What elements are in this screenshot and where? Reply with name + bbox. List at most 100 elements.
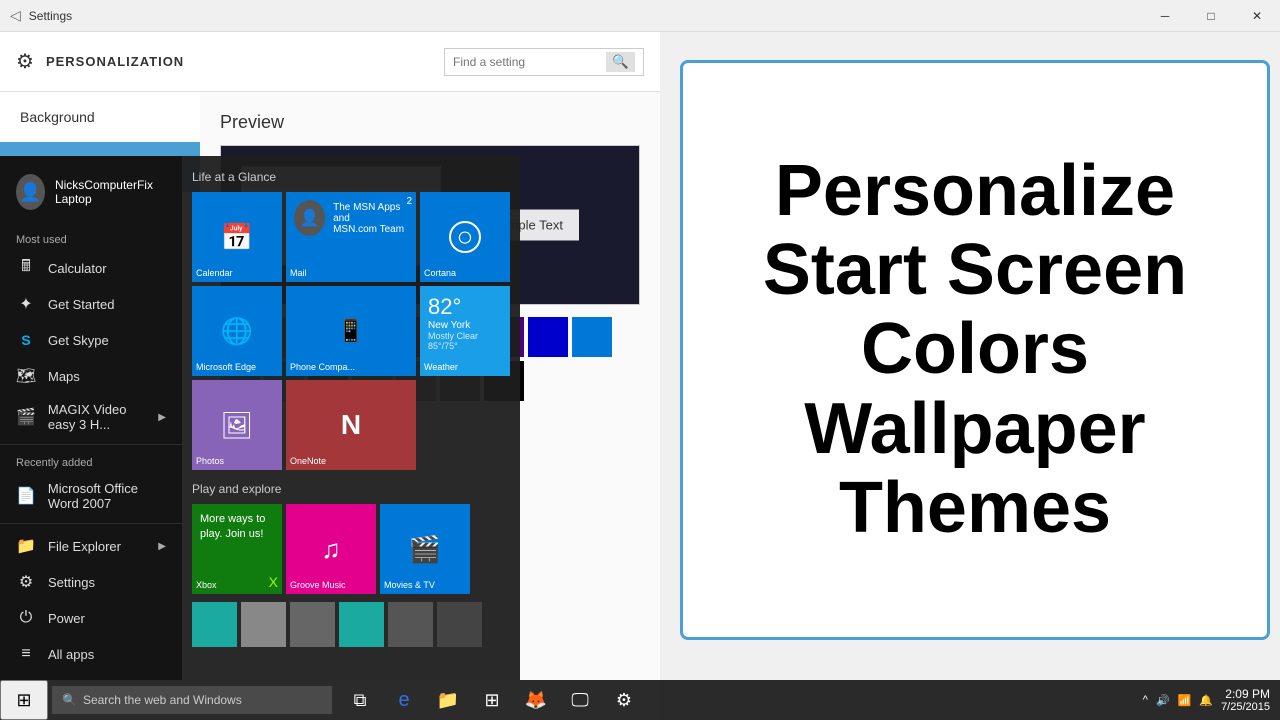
- file-explorer-arrow-icon: ▶: [158, 541, 166, 552]
- store-taskbar-button[interactable]: ⊞: [472, 680, 512, 720]
- swatch-teal[interactable]: [192, 602, 237, 647]
- maps-icon: 🗺: [16, 366, 36, 386]
- menu-item-get-skype[interactable]: S Get Skype: [0, 322, 182, 358]
- calendar-tile-icon: 📅: [221, 222, 253, 253]
- mail-avatar: 👤: [294, 200, 325, 236]
- tile-onenote[interactable]: N OneNote: [286, 380, 416, 470]
- weather-hilo: 85°/75°: [428, 341, 458, 351]
- onenote-tile-name: OneNote: [290, 456, 326, 466]
- tile-weather[interactable]: 82° New York Mostly Clear 85°/75° Weathe…: [420, 286, 510, 376]
- recently-added-label: Recently added: [0, 449, 182, 473]
- settings-icon: ⚙: [16, 572, 36, 592]
- edge-taskbar-button[interactable]: e: [384, 680, 424, 720]
- swatch-darkgray[interactable]: [290, 602, 335, 647]
- cortana-tile-icon: ○: [449, 221, 481, 253]
- arrow-icon: ▶: [158, 412, 166, 423]
- promo-box: Personalize Start Screen Colors Wallpape…: [680, 60, 1270, 640]
- xbox-tile-text: More ways to play. Join us!: [200, 512, 274, 543]
- mail-sender2: MSN.com Team: [333, 224, 408, 235]
- life-tiles-grid: 📅 Calendar 👤 The MSN Apps and MSN.com Te…: [192, 192, 510, 470]
- tile-xbox[interactable]: More ways to play. Join us! X Xbox: [192, 504, 282, 594]
- taskbar-search-input[interactable]: [83, 693, 322, 707]
- movies-tile-name: Movies & TV: [384, 580, 435, 590]
- swatch-darkgray2[interactable]: [437, 602, 482, 647]
- tile-groove[interactable]: ♫ Groove Music: [286, 504, 376, 594]
- notification-icon[interactable]: 🔔: [1199, 694, 1213, 707]
- bottom-swatches: [192, 602, 510, 647]
- word-icon: 📄: [16, 486, 36, 506]
- play-tiles-grid: More ways to play. Join us! X Xbox ♫ Gro…: [192, 504, 510, 594]
- taskbar-icons-group: ⧉ e 📁 ⊞ 🦊 🖵 ⚙: [340, 680, 644, 720]
- color-swatch-7[interactable]: [528, 317, 568, 357]
- mail-tile-name: Mail: [290, 268, 307, 278]
- firefox-taskbar-button[interactable]: 🦊: [516, 680, 556, 720]
- weather-tile-name: Weather: [424, 362, 458, 372]
- swatch-teal2[interactable]: [339, 602, 384, 647]
- get-started-icon: ✦: [16, 294, 36, 314]
- file-explorer-icon: 📁: [16, 536, 36, 556]
- menu-item-maps[interactable]: 🗺 Maps: [0, 358, 182, 394]
- menu-item-magix[interactable]: 🎬 MAGIX Video easy 3 H... ▶: [0, 394, 182, 440]
- settings-search-box[interactable]: 🔍: [444, 48, 644, 76]
- search-submit-button[interactable]: 🔍: [606, 52, 635, 72]
- volume-icon[interactable]: 🔊: [1156, 694, 1170, 707]
- groove-tile-name: Groove Music: [290, 580, 346, 590]
- tile-movies[interactable]: 🎬 Movies & TV: [380, 504, 470, 594]
- weather-desc: Mostly Clear: [428, 331, 478, 341]
- life-section-header: Life at a Glance: [192, 166, 510, 192]
- taskbar-search-bar[interactable]: 🔍: [52, 686, 332, 714]
- skype-icon: S: [16, 330, 36, 350]
- start-button[interactable]: ⊞: [0, 680, 48, 720]
- menu-item-calculator[interactable]: 🖩 Calculator: [0, 250, 182, 286]
- system-clock[interactable]: 2:09 PM 7/25/2015: [1221, 687, 1270, 713]
- start-menu-left: 👤 NicksComputerFix Laptop Most used 🖩 Ca…: [0, 156, 182, 680]
- task-view-icon: ⧉: [354, 690, 367, 711]
- maximize-button[interactable]: □: [1188, 0, 1234, 32]
- close-button[interactable]: ✕: [1234, 0, 1280, 32]
- tile-calendar[interactable]: 📅 Calendar: [192, 192, 282, 282]
- preview-label: Preview: [220, 112, 640, 133]
- swatch-gray2[interactable]: [388, 602, 433, 647]
- back-button[interactable]: ◁: [10, 7, 21, 24]
- start-menu: 👤 NicksComputerFix Laptop Most used 🖩 Ca…: [0, 156, 520, 680]
- menu-item-word[interactable]: 📄 Microsoft Office Word 2007: [0, 473, 182, 519]
- photos-tile-icon: 🖼: [220, 410, 253, 441]
- tile-photos[interactable]: 🖼 Photos: [192, 380, 282, 470]
- search-icon: 🔍: [62, 693, 77, 707]
- promo-text: Personalize Start Screen Colors Wallpape…: [763, 152, 1187, 548]
- title-bar: ◁ Settings ─ □ ✕: [0, 0, 1280, 32]
- weather-temp: 82°: [428, 294, 461, 320]
- windows-logo-icon: ⊞: [16, 690, 31, 711]
- movies-tile-icon: 🎬: [409, 534, 441, 565]
- settings-title: PERSONALIZATION: [46, 54, 184, 69]
- minimize-button[interactable]: ─: [1142, 0, 1188, 32]
- mail-sender: The MSN Apps and: [333, 202, 408, 224]
- edge-tile-name: Microsoft Edge: [196, 362, 256, 372]
- weather-city: New York: [428, 320, 470, 331]
- swatch-gray[interactable]: [241, 602, 286, 647]
- settings-header: ⚙ PERSONALIZATION 🔍: [0, 32, 660, 92]
- display-taskbar-button[interactable]: 🖵: [560, 680, 600, 720]
- network-icon[interactable]: 📶: [1178, 694, 1192, 707]
- divider: [0, 444, 182, 445]
- play-section-header: Play and explore: [192, 478, 510, 504]
- file-explorer-taskbar-button[interactable]: 📁: [428, 680, 468, 720]
- start-menu-right: Life at a Glance 📅 Calendar 👤 The MSN Ap…: [182, 156, 520, 680]
- color-swatch-8[interactable]: [572, 317, 612, 357]
- task-view-button[interactable]: ⧉: [340, 680, 380, 720]
- display-taskbar-icon: 🖵: [571, 690, 588, 711]
- menu-item-power[interactable]: ⏻ Power: [0, 600, 182, 636]
- menu-item-settings[interactable]: ⚙ Settings: [0, 564, 182, 600]
- power-icon: ⏻: [16, 608, 36, 628]
- menu-item-file-explorer[interactable]: 📁 File Explorer ▶: [0, 528, 182, 564]
- settings-taskbar-button[interactable]: ⚙: [604, 680, 644, 720]
- chevron-up-icon[interactable]: ^: [1143, 694, 1148, 706]
- tile-cortana[interactable]: ○ Cortana: [420, 192, 510, 282]
- tile-mail[interactable]: 👤 The MSN Apps and MSN.com Team Mail 2: [286, 192, 416, 282]
- tile-edge[interactable]: 🌐 Microsoft Edge: [192, 286, 282, 376]
- settings-search-input[interactable]: [453, 55, 606, 69]
- menu-item-get-started[interactable]: ✦ Get Started: [0, 286, 182, 322]
- calculator-icon: 🖩: [16, 258, 36, 278]
- tile-phone[interactable]: 📱 Phone Compa...: [286, 286, 416, 376]
- menu-item-all-apps[interactable]: ≡ All apps: [0, 636, 182, 672]
